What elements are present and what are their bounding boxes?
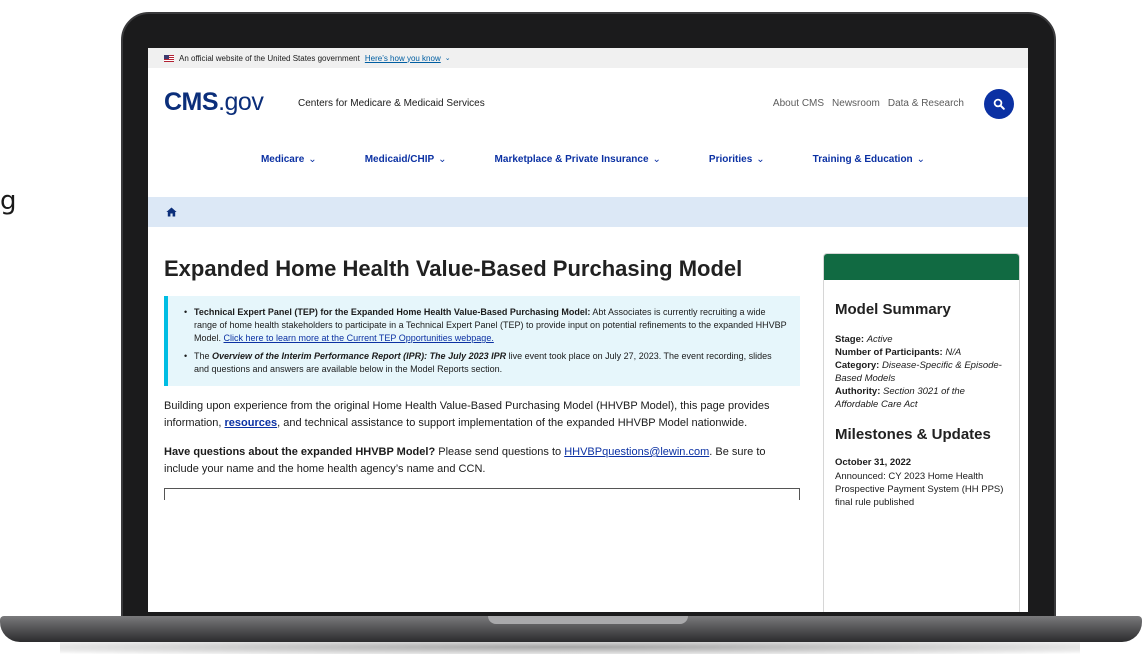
participants-row: Number of Participants: N/A (835, 346, 1008, 359)
sidebar-header-bar (824, 254, 1019, 280)
main-nav: Medicare ⌄ Medicaid/CHIP ⌄ Marketplace &… (148, 148, 1028, 170)
email-link[interactable]: HHVBPquestions@lewin.com (564, 446, 709, 458)
us-flag-icon (164, 54, 174, 62)
milestones-title: Milestones & Updates (835, 426, 991, 443)
stage-value: Active (866, 334, 893, 345)
intro-post: , and technical assistance to support im… (277, 417, 748, 429)
data-research-link[interactable]: Data & Research (888, 98, 964, 109)
nav-medicare-label: Medicare (260, 153, 305, 165)
search-button[interactable] (984, 89, 1014, 119)
sidebar-body: Model Summary Stage: Active Number of Pa… (824, 280, 1019, 509)
nav-medicare[interactable]: Medicare ⌄ (261, 148, 317, 170)
gov-banner-text: An official website of the United States… (179, 53, 360, 63)
chevron-down-icon: ⌄ (652, 153, 661, 165)
category-label: Category: (835, 360, 880, 371)
tep-opportunities-link[interactable]: Click here to learn more at the Current … (224, 333, 494, 343)
stage-row: Stage: Active (835, 333, 1008, 346)
authority-label: Authority: (835, 386, 881, 397)
alert-ipr-pre: The (194, 351, 213, 361)
chevron-down-icon[interactable]: ⌄ (445, 54, 451, 62)
nav-priorities[interactable]: Priorities ⌄ (709, 148, 765, 170)
main-content: Expanded Home Health Value-Based Purchas… (164, 254, 800, 500)
heres-how-you-know-link[interactable]: Here’s how you know (365, 54, 441, 63)
alert-list: Technical Expert Panel (TEP) for the Exp… (182, 306, 788, 376)
nav-medicaid-chip[interactable]: Medicaid/CHIP ⌄ (365, 148, 447, 170)
chevron-down-icon: ⌄ (756, 153, 765, 165)
alert-ipr-heading: Overview of the Interim Performance Repo… (212, 351, 507, 361)
info-alert: Technical Expert Panel (TEP) for the Exp… (164, 296, 800, 386)
stage-label: Stage: (835, 334, 865, 345)
resources-link[interactable]: resources (225, 417, 278, 429)
chevron-down-icon: ⌄ (308, 153, 317, 165)
logo-cms-text: CMS (164, 88, 219, 116)
questions-heading: Have questions about the expanded HHVBP … (164, 446, 436, 458)
utility-links: About CMS Newsroom Data & Research (773, 98, 964, 109)
milestone-text: Announced: CY 2023 Home Health Prospecti… (835, 471, 1004, 508)
laptop-shadow (60, 640, 1080, 654)
search-icon (993, 98, 1005, 110)
nav-training-label: Training & Education (812, 153, 913, 165)
cms-logo[interactable]: CMS .gov (164, 88, 264, 117)
gov-banner: An official website of the United States… (148, 48, 1028, 68)
page-title: Expanded Home Health Value-Based Purchas… (164, 256, 743, 281)
chevron-down-icon: ⌄ (438, 153, 447, 165)
alert-item-tep: Technical Expert Panel (TEP) for the Exp… (182, 306, 788, 345)
newsroom-link[interactable]: Newsroom (832, 98, 880, 109)
model-summary-sidebar: Model Summary Stage: Active Number of Pa… (823, 253, 1020, 612)
participants-value: N/A (945, 347, 962, 358)
model-summary-title: Model Summary (835, 301, 951, 318)
laptop-screen: An official website of the United States… (148, 48, 1028, 612)
questions-pre: Please send questions to (435, 446, 565, 458)
alert-tep-heading: Technical Expert Panel (TEP) for the Exp… (194, 307, 591, 317)
accordion-panel[interactable] (164, 488, 800, 500)
laptop-notch (488, 616, 688, 624)
chevron-down-icon: ⌄ (916, 153, 926, 165)
site-tagline: Centers for Medicare & Medicaid Services (298, 98, 485, 109)
category-row: Category: Disease-Specific & Episode-Bas… (835, 359, 1008, 385)
nav-marketplace-label: Marketplace & Private Insurance (494, 153, 649, 165)
nav-medicaid-label: Medicaid/CHIP (364, 153, 435, 165)
logo-gov-text: .gov (218, 88, 264, 116)
cropped-edge-text: g (0, 186, 17, 216)
nav-priorities-label: Priorities (708, 153, 753, 165)
breadcrumb (148, 197, 1028, 227)
intro-paragraph: Building upon experience from the origin… (164, 398, 794, 432)
summary-list: Stage: Active Number of Participants: N/… (835, 333, 1008, 411)
site-header: CMS .gov Centers for Medicare & Medicaid… (148, 68, 1028, 138)
alert-item-ipr: The Overview of the Interim Performance … (182, 350, 788, 376)
participants-label: Number of Participants: (835, 347, 943, 358)
authority-row: Authority: Section 3021 of the Affordabl… (835, 385, 1008, 411)
nav-marketplace[interactable]: Marketplace & Private Insurance ⌄ (495, 148, 661, 170)
home-icon[interactable] (166, 207, 177, 217)
about-cms-link[interactable]: About CMS (773, 98, 824, 109)
questions-paragraph: Have questions about the expanded HHVBP … (164, 444, 794, 478)
stage: g An official website of the United Stat… (0, 0, 1142, 660)
milestone-date: October 31, 2022 (835, 457, 912, 468)
nav-training-education[interactable]: Training & Education ⌄ (813, 148, 925, 170)
